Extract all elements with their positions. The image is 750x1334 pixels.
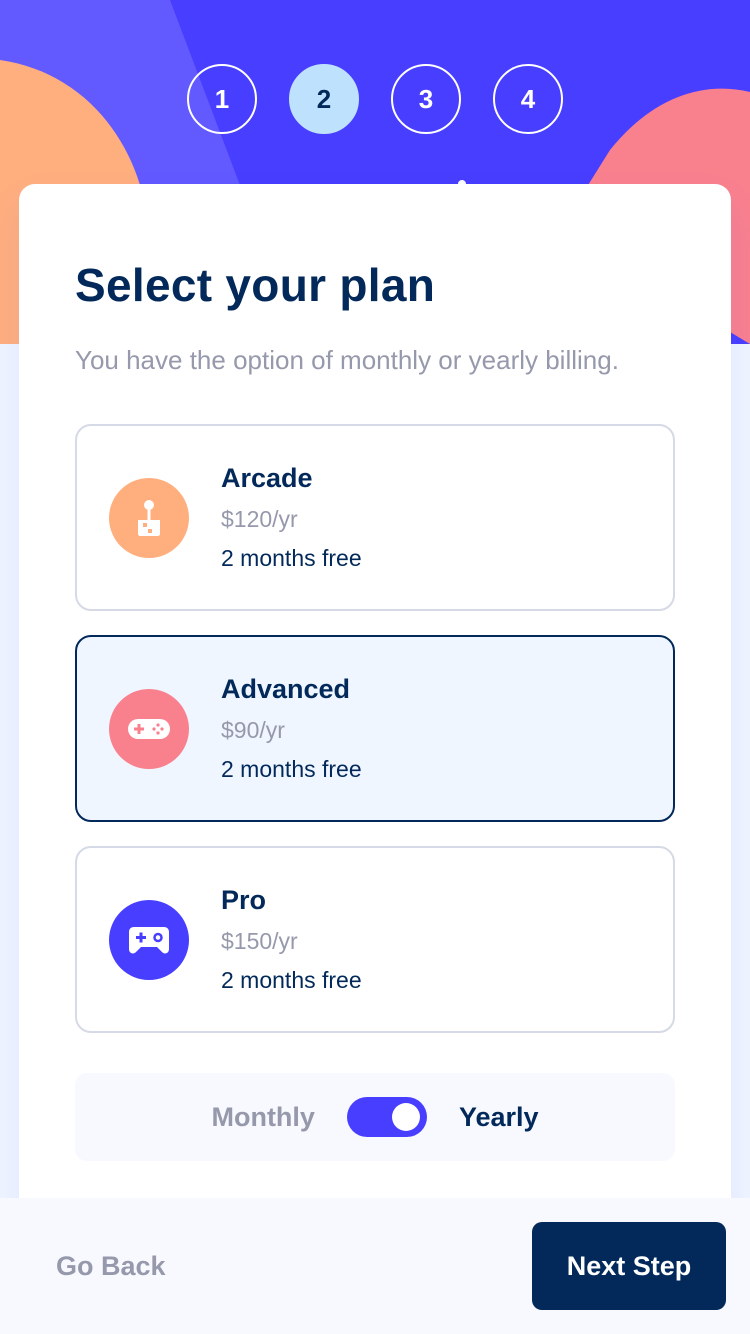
advanced-gamepad-icon — [109, 688, 189, 769]
page-title: Select your plan — [75, 259, 436, 311]
plan-name: Advanced — [221, 674, 351, 704]
plan-price: $90/yr — [221, 717, 285, 743]
monthly-label[interactable]: Monthly — [211, 1102, 314, 1133]
step-3[interactable]: 3 — [391, 64, 461, 134]
plan-price: $150/yr — [221, 928, 298, 954]
plan-option-advanced[interactable]: Advanced $90/yr 2 months free — [75, 635, 675, 822]
billing-switch[interactable] — [346, 1097, 427, 1137]
plan-list: Arcade $120/yr 2 months free Advanced $9… — [75, 424, 675, 1033]
plan-name: Pro — [221, 885, 267, 915]
step-1[interactable]: 1 — [187, 64, 257, 134]
step-2[interactable]: 2 — [289, 64, 359, 134]
switch-knob — [391, 1103, 420, 1131]
next-step-button[interactable]: Next Step — [532, 1222, 726, 1310]
arcade-joystick-icon — [109, 477, 189, 558]
pro-controller-icon — [109, 899, 189, 980]
step-indicator: 1 2 3 4 — [0, 64, 750, 134]
plan-price: $120/yr — [221, 506, 298, 532]
yearly-label[interactable]: Yearly — [459, 1102, 539, 1133]
plan-option-pro[interactable]: Pro $150/yr 2 months free — [75, 846, 675, 1033]
footer-bar: Go Back Next Step — [0, 1198, 750, 1334]
step-4[interactable]: 4 — [493, 64, 563, 134]
go-back-button[interactable]: Go Back — [56, 1251, 166, 1282]
plan-name: Arcade — [221, 463, 313, 493]
plan-option-arcade[interactable]: Arcade $120/yr 2 months free — [75, 424, 675, 611]
plan-promo: 2 months free — [221, 967, 362, 993]
form-card: Select your plan You have the option of … — [19, 184, 731, 1244]
plan-promo: 2 months free — [221, 756, 362, 782]
page-subtitle: You have the option of monthly or yearly… — [75, 345, 619, 375]
billing-toggle-row: Monthly Yearly — [75, 1073, 675, 1161]
plan-promo: 2 months free — [221, 545, 362, 571]
